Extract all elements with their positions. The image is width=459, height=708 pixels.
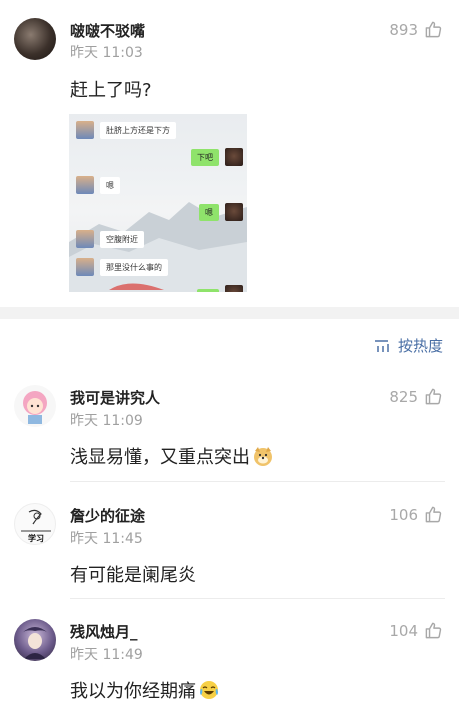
chat-avatar bbox=[76, 230, 94, 248]
divider bbox=[70, 598, 445, 599]
chat-row: 空腹附近 bbox=[76, 230, 144, 248]
comment: 学习 詹少的征途 昨天 11:45 106 有可能是阑尾炎 bbox=[0, 493, 459, 603]
sort-button[interactable]: 按热度 bbox=[374, 335, 443, 356]
comment-text-content: 我以为你经期痛 bbox=[70, 681, 196, 702]
like-button[interactable]: 893 bbox=[389, 20, 443, 39]
like-count: 825 bbox=[389, 387, 418, 406]
chat-avatar bbox=[76, 176, 94, 194]
like-count: 104 bbox=[389, 621, 418, 640]
chat-row: 嗯 bbox=[199, 203, 243, 221]
thumbs-up-icon bbox=[425, 506, 442, 523]
anime-character-avatar bbox=[22, 627, 48, 659]
comment: 我可是讲究人 昨天 11:09 825 浅显易懂，又重点突出 bbox=[0, 375, 459, 485]
chat-bubble: 嗯 bbox=[100, 176, 120, 194]
chat-bubble: 下吧 bbox=[191, 148, 219, 166]
divider bbox=[70, 481, 445, 482]
chat-avatar bbox=[76, 258, 94, 276]
sort-label: 按热度 bbox=[397, 337, 443, 355]
chat-row: 下吧 bbox=[191, 148, 243, 166]
like-count: 106 bbox=[389, 505, 418, 524]
chat-avatar bbox=[76, 121, 94, 139]
comment-text: 浅显易懂，又重点突出 bbox=[70, 443, 274, 469]
thumbs-up-icon bbox=[425, 388, 442, 405]
study-avatar: 学习 bbox=[21, 509, 51, 543]
chat-row: 肚脐上方还是下方 bbox=[76, 121, 176, 139]
chat-row: 嗯 bbox=[76, 176, 120, 194]
avatar[interactable] bbox=[14, 18, 56, 60]
username[interactable]: 我可是讲究人 bbox=[70, 387, 160, 408]
username[interactable]: 啵啵不驳嘴 bbox=[70, 20, 145, 41]
section-divider bbox=[0, 307, 459, 319]
doge-emoji bbox=[254, 447, 272, 466]
like-button[interactable]: 104 bbox=[389, 621, 443, 640]
chat-row bbox=[197, 285, 243, 292]
chat-row: 那里没什么事的 bbox=[76, 258, 168, 276]
sort-icon bbox=[374, 339, 389, 352]
avatar[interactable]: 学习 bbox=[14, 503, 56, 545]
comment-text: 我以为你经期痛 bbox=[70, 677, 220, 703]
like-button[interactable]: 825 bbox=[389, 387, 443, 406]
username[interactable]: 詹少的征途 bbox=[70, 505, 145, 526]
avatar[interactable] bbox=[14, 619, 56, 661]
timestamp: 昨天 11:45 bbox=[70, 531, 143, 547]
chat-bubble: 嗯 bbox=[199, 203, 219, 221]
chat-bubble: 那里没什么事的 bbox=[100, 258, 168, 276]
chat-bubble-partial bbox=[197, 289, 219, 292]
laugh-cry-emoji bbox=[200, 681, 218, 699]
comment-text-content: 有可能是阑尾炎 bbox=[70, 565, 196, 586]
timestamp: 昨天 11:03 bbox=[70, 45, 143, 61]
like-count: 893 bbox=[389, 20, 418, 39]
avatar[interactable] bbox=[14, 385, 56, 427]
comment: 残风烛月_ 昨天 11:49 104 我以为你经期痛 bbox=[0, 609, 459, 708]
chat-avatar bbox=[225, 285, 243, 292]
chat-screenshot-image[interactable]: 肚脐上方还是下方 下吧 嗯 嗯 空腹附近 那里没什么事的 bbox=[69, 114, 247, 292]
thumbs-up-icon bbox=[425, 622, 442, 639]
chat-avatar bbox=[225, 203, 243, 221]
comment-text: 有可能是阑尾炎 bbox=[70, 561, 196, 587]
comment-text-content: 浅显易懂，又重点突出 bbox=[70, 447, 250, 468]
timestamp: 昨天 11:49 bbox=[70, 647, 143, 663]
username[interactable]: 残风烛月_ bbox=[70, 621, 138, 642]
timestamp: 昨天 11:09 bbox=[70, 413, 143, 429]
like-button[interactable]: 106 bbox=[389, 505, 443, 524]
post-text: 赶上了吗? bbox=[70, 80, 152, 101]
avatar-label: 学习 bbox=[28, 533, 44, 543]
chat-avatar bbox=[225, 148, 243, 166]
post: 啵啵不驳嘴 昨天 11:03 893 赶上了吗? 肚脐上方还是下方 下吧 嗯 嗯 bbox=[0, 0, 459, 307]
chat-bubble: 肚脐上方还是下方 bbox=[100, 121, 176, 139]
cartoon-girl-avatar bbox=[23, 391, 47, 424]
chat-bubble: 空腹附近 bbox=[100, 230, 144, 248]
thumbs-up-icon bbox=[425, 21, 442, 38]
